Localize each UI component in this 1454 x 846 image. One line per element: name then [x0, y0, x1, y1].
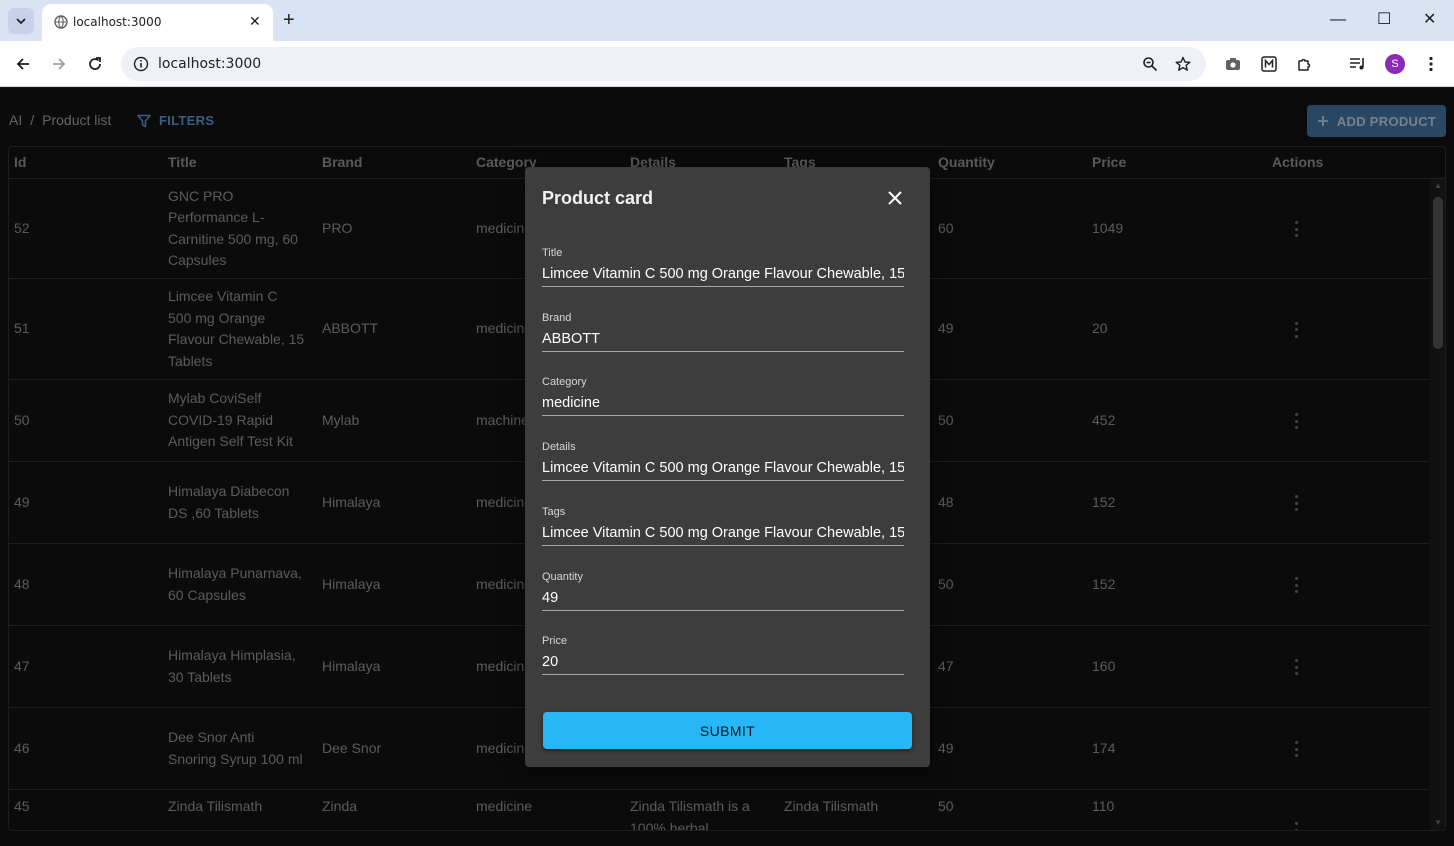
tags-field-label: Tags: [542, 506, 566, 518]
tags-input[interactable]: [542, 523, 904, 543]
browser-toolbar: localhost:3000 S: [0, 41, 1454, 87]
quantity-field: Quantity: [542, 571, 904, 611]
tab-close-icon[interactable]: ✕: [249, 13, 261, 29]
category-field: Category: [542, 376, 904, 416]
category-field-label: Category: [542, 376, 587, 388]
puzzle-extensions-icon[interactable]: [1295, 54, 1315, 74]
category-input[interactable]: [542, 393, 904, 413]
title-input[interactable]: [542, 264, 904, 284]
url-text: localhost:3000: [158, 56, 262, 72]
close-icon[interactable]: [887, 190, 903, 206]
chevron-down-icon: [16, 18, 26, 25]
window-close-icon[interactable]: ✕: [1423, 10, 1436, 30]
camera-icon[interactable]: [1223, 54, 1243, 74]
bookmark-star-icon[interactable]: [1173, 54, 1193, 74]
product-card-dialog: Product card Title Brand Category Detail…: [525, 167, 930, 767]
price-field-label: Price: [542, 635, 568, 647]
browser-tab-strip: localhost:3000 ✕ + — ☐ ✕: [0, 0, 1454, 41]
tab-search-button[interactable]: [8, 8, 34, 34]
quantity-field-label: Quantity: [542, 571, 583, 583]
minimize-icon[interactable]: —: [1330, 10, 1346, 30]
quantity-input[interactable]: [542, 588, 904, 608]
title-field-label: Title: [542, 247, 563, 259]
submit-button[interactable]: SUBMIT: [543, 712, 912, 749]
back-icon[interactable]: [12, 53, 34, 75]
maximize-icon[interactable]: ☐: [1377, 10, 1391, 30]
extension-m-icon[interactable]: [1259, 54, 1279, 74]
brand-field: Brand: [542, 312, 904, 352]
details-field-label: Details: [542, 441, 576, 453]
brand-input[interactable]: [542, 329, 904, 349]
brand-field-label: Brand: [542, 312, 572, 324]
tab-title: localhost:3000: [73, 15, 162, 29]
media-control-icon[interactable]: [1348, 54, 1368, 74]
new-tab-icon[interactable]: +: [283, 8, 295, 32]
dialog-title: Product card: [542, 188, 654, 208]
tags-field: Tags: [542, 506, 904, 546]
price-input[interactable]: [542, 652, 904, 672]
title-field: Title: [542, 247, 904, 287]
details-input[interactable]: [542, 458, 904, 478]
forward-icon[interactable]: [48, 53, 70, 75]
address-bar[interactable]: localhost:3000: [121, 47, 1206, 81]
zoom-icon[interactable]: [1140, 54, 1160, 74]
browser-menu-icon[interactable]: [1421, 54, 1441, 74]
site-info-icon[interactable]: [133, 56, 149, 72]
reload-icon[interactable]: [84, 53, 106, 75]
globe-icon: [54, 15, 68, 29]
price-field: Price: [542, 635, 904, 675]
details-field: Details: [542, 441, 904, 481]
browser-tab[interactable]: localhost:3000 ✕: [42, 4, 273, 41]
profile-avatar[interactable]: S: [1385, 54, 1405, 74]
